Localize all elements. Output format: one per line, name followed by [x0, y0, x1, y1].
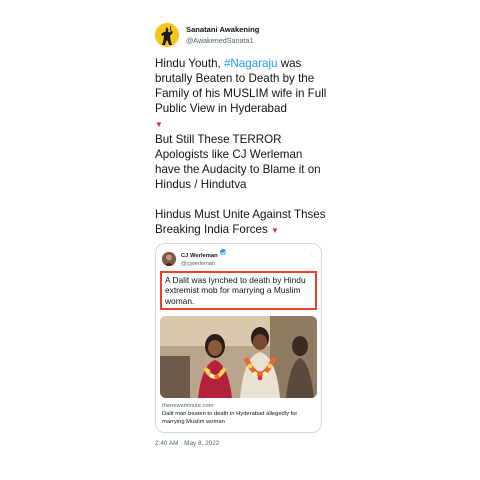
red-triangle-down-icon: ▼ [155, 120, 163, 129]
quoted-display-name[interactable]: CJ Werleman [181, 253, 218, 259]
tweet-paragraph-2: But Still These TERROR Apologists like C… [155, 133, 321, 191]
more-options-icon[interactable]: ⋮ [308, 250, 314, 257]
author-avatar[interactable] [155, 23, 179, 47]
link-card[interactable]: thenewsminute.com Dalit man beaten to de… [156, 398, 321, 432]
quoted-handle[interactable]: @cjwerleman [181, 260, 226, 268]
tweet-text-lead: Hindu Youth, [155, 57, 224, 70]
tweet-timestamp[interactable]: 2:40 AM · May 8, 2022 [155, 440, 330, 447]
wedding-photo-image [160, 316, 317, 399]
author-names: Sanatani Awakening @AwakenedSanata1 [186, 24, 259, 46]
hashtag-link[interactable]: #Nagaraju [224, 57, 278, 70]
link-domain: thenewsminute.com [162, 403, 214, 410]
tweet: Sanatani Awakening @AwakenedSanata1 Hind… [155, 22, 330, 447]
tweet-paragraph-3: Hindus Must Unite Against Thses Breaking… [155, 207, 330, 238]
warrior-silhouette-icon [155, 23, 179, 47]
quoted-author-avatar[interactable] [162, 251, 176, 266]
quoted-author-names: CJ Werleman @cjwerleman [181, 248, 226, 268]
tweet-paragraph-1: Hindu Youth, #Nagaraju was brutally Beat… [155, 56, 330, 132]
tweet-text: Hindu Youth, #Nagaraju was brutally Beat… [155, 56, 330, 238]
author-display-name[interactable]: Sanatani Awakening [186, 24, 259, 35]
author-handle[interactable]: @AwakenedSanata1 [186, 35, 259, 46]
red-triangle-down-icon: ▼ [271, 226, 279, 235]
highlighted-quote-text: A Dalit was lynched to death by Hindu ex… [160, 271, 317, 311]
quoted-tweet[interactable]: CJ Werleman @cjwerleman ⋮ A Dalit was ly… [155, 243, 322, 434]
article-photo[interactable] [160, 316, 317, 399]
link-title: Dalit man beaten to death in Hyderabad a… [162, 411, 298, 426]
verified-badge-icon [219, 248, 226, 255]
tweet-text-unite: Hindus Must Unite Against Thses Breaking… [155, 208, 326, 236]
tweet-header: Sanatani Awakening @AwakenedSanata1 [155, 22, 330, 48]
person-avatar-icon [162, 251, 176, 266]
quoted-tweet-header: CJ Werleman @cjwerleman [156, 244, 321, 270]
